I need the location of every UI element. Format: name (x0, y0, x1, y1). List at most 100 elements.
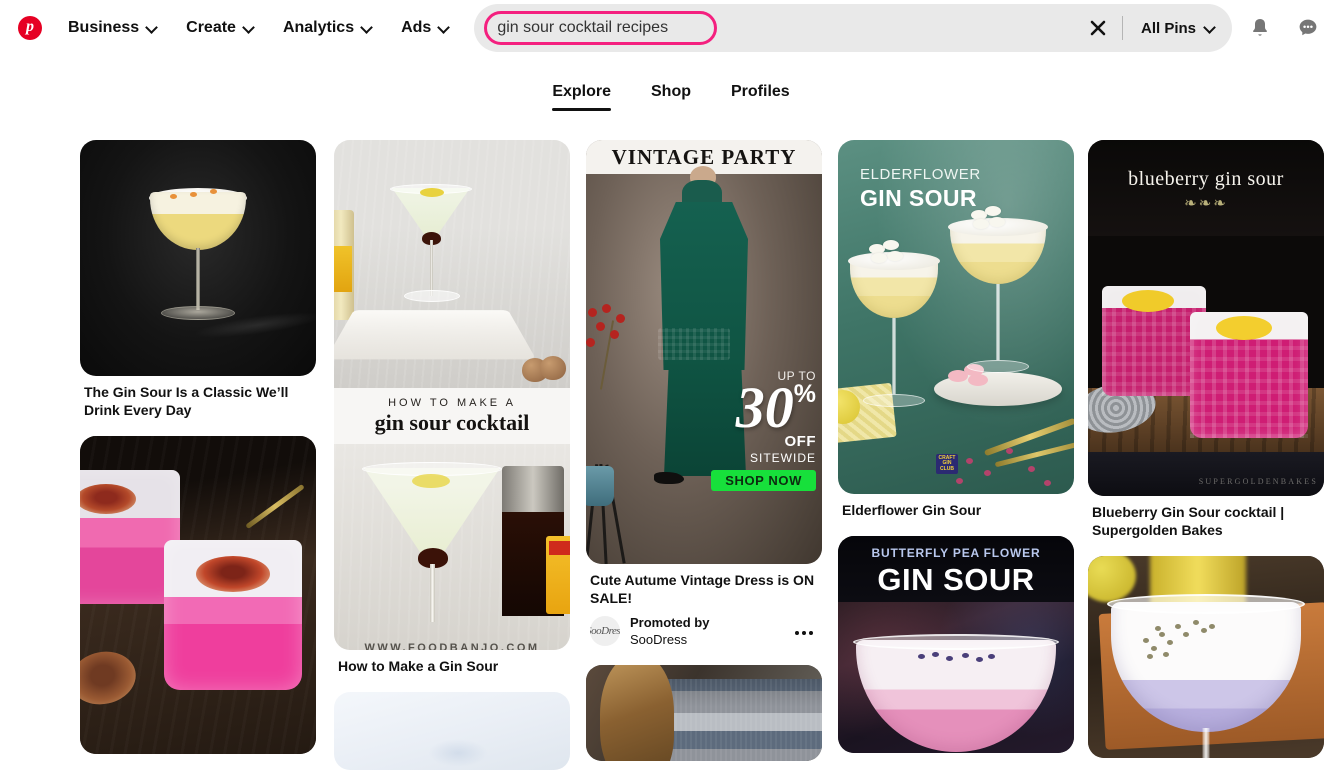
glass-stem (1203, 728, 1210, 758)
search-input[interactable] (497, 19, 704, 37)
cork-props (522, 356, 568, 382)
pinterest-logo-button[interactable]: p (6, 4, 54, 52)
blood-orange-garnish (196, 556, 270, 592)
pin-title-gin-sour-classic: The Gin Sour Is a Classic We’ll Drink Ev… (80, 376, 316, 420)
tab-explore[interactable]: Explore (538, 73, 625, 115)
overlay-line-1: ELDERFLOWER (860, 166, 981, 183)
shop-now-button[interactable]: SHOP NOW (711, 470, 816, 491)
glass-rim (853, 634, 1059, 650)
pin-card-white-blur[interactable] (334, 692, 570, 770)
pin-title-how-to-make: How to Make a Gin Sour (334, 650, 570, 676)
search-bar[interactable]: All Pins (474, 4, 1232, 52)
pin-card-pink-blood-orange[interactable] (80, 436, 316, 754)
tab-shop[interactable]: Shop (637, 73, 705, 115)
elderflower-garnish (869, 240, 903, 264)
pinterest-logo-glyph: p (26, 19, 34, 35)
search-result-tabs: Explore Shop Profiles (0, 56, 1342, 132)
pin-image-blueberry[interactable]: blueberry gin sour ❧❧❧ SUPERGOLDENBAKES (1088, 140, 1324, 496)
nav-item-analytics[interactable]: Analytics (269, 6, 387, 50)
bottle-label (546, 536, 570, 614)
lemon-twist-garnish (412, 474, 450, 488)
pin-image-butterfly-pea[interactable]: BUTTERFLY PEA FLOWER GIN SOUR (838, 536, 1074, 753)
messages-button[interactable] (1284, 4, 1332, 52)
glass-stem (996, 284, 1000, 360)
martini-glass-stem (430, 564, 435, 622)
pin-card-sweater-girl[interactable] (586, 665, 822, 761)
top-header: p Business Create Analytics Ads All Pins (0, 0, 1342, 56)
tab-explore-label: Explore (552, 83, 611, 100)
pin-image-how-to-make[interactable]: HOW TO MAKE A gin sour cocktail WWW.FOOD… (334, 140, 570, 650)
nav-item-ads-label: Ads (401, 19, 431, 37)
bell-icon (1248, 16, 1272, 40)
more-options-icon[interactable] (790, 622, 818, 644)
model-hair (600, 665, 674, 761)
elderflower-garnish (971, 206, 1005, 230)
pin-image-elderflower[interactable]: ELDERFLOWER GIN SOUR (838, 140, 1074, 494)
pin-image-vintage-party-ad[interactable]: VINTAGE PARTY (586, 140, 822, 564)
pin-title-vintage-party-ad: Cute Autume Vintage Dress is ON SALE! (586, 564, 822, 608)
nav-item-create[interactable]: Create (172, 6, 269, 50)
pin-title-elderflower: Elderflower Gin Sour (838, 494, 1074, 520)
cocktail-glass-left (850, 260, 938, 407)
all-pins-filter-button[interactable]: All Pins (1123, 6, 1232, 50)
glass-rim (1107, 594, 1305, 614)
cocktail-glass-front (164, 540, 302, 690)
ad-photo-body: UP TO 30% OFF SITEWIDE SHOP NOW (586, 174, 822, 564)
cocktail-glass-stem (196, 248, 200, 310)
nav-item-analytics-label: Analytics (283, 19, 354, 37)
pin-card-how-to-make[interactable]: HOW TO MAKE A gin sour cocktail WWW.FOOD… (334, 140, 570, 676)
pin-column-1: The Gin Sour Is a Classic We’ll Drink Ev… (80, 140, 316, 770)
pin-image-sweater-girl[interactable] (586, 665, 822, 761)
glass-stem (892, 318, 896, 394)
chevron-down-icon (1204, 22, 1216, 34)
tab-profiles-label: Profiles (731, 83, 790, 100)
overlay-flourish: ❧❧❧ (1088, 194, 1324, 212)
photo-bottom-band (1088, 452, 1324, 496)
photo-watermark: SUPERGOLDENBAKES (1199, 477, 1318, 486)
pinterest-logo-icon: p (18, 16, 42, 40)
glass-base (863, 394, 925, 407)
pin-column-3: VINTAGE PARTY (586, 140, 822, 777)
cocktail-glass-base (161, 306, 235, 320)
pin-card-elderflower[interactable]: ELDERFLOWER GIN SOUR (838, 140, 1074, 520)
glass-bowl (850, 260, 938, 318)
advertiser-avatar[interactable]: SooDress (590, 616, 620, 646)
tab-profiles[interactable]: Profiles (717, 73, 804, 115)
chevron-down-icon (438, 22, 450, 34)
ad-offer-discount-row: 30% (684, 382, 816, 434)
pin-grid: The Gin Sour Is a Classic We’ll Drink Ev… (0, 140, 1342, 777)
cocktail-bitters-dots (168, 192, 228, 202)
shoe-left (654, 472, 684, 484)
pin-card-lavender[interactable] (1088, 556, 1324, 758)
promoted-by-text: Promoted by SooDress (630, 614, 709, 649)
close-icon (1088, 18, 1108, 38)
pin-column-2: HOW TO MAKE A gin sour cocktail WWW.FOOD… (334, 140, 570, 777)
pin-image-pink-blood-orange[interactable] (80, 436, 316, 754)
clear-search-button[interactable] (1076, 6, 1120, 50)
pin-column-4: ELDERFLOWER GIN SOUR (838, 140, 1074, 769)
header-actions (1236, 4, 1342, 52)
pin-card-vintage-party-ad[interactable]: VINTAGE PARTY (586, 140, 822, 649)
pin-card-blueberry[interactable]: blueberry gin sour ❧❧❧ SUPERGOLDENBAKES … (1088, 140, 1324, 540)
chevron-down-icon (243, 22, 255, 34)
nav-item-business[interactable]: Business (54, 6, 172, 50)
nav-item-business-label: Business (68, 19, 139, 37)
pin-image-lavender[interactable] (1088, 556, 1324, 758)
pin-image-gin-sour-classic[interactable] (80, 140, 316, 376)
ad-offer-block: UP TO 30% OFF SITEWIDE SHOP NOW (684, 370, 816, 491)
pin-image-white-blur[interactable] (334, 692, 570, 770)
tab-shop-label: Shop (651, 83, 691, 100)
advertiser-avatar-text: SooDress (590, 625, 620, 637)
overlay-line-2: gin sour cocktail (375, 410, 530, 436)
search-bar-actions: All Pins (1076, 4, 1232, 52)
search-input-highlight[interactable] (484, 11, 717, 45)
overlay-line-1: HOW TO MAKE A (388, 397, 516, 409)
pin-card-butterfly-pea[interactable]: BUTTERFLY PEA FLOWER GIN SOUR (838, 536, 1074, 753)
lemon-zest-garnish (1216, 316, 1272, 340)
notifications-button[interactable] (1236, 4, 1284, 52)
pin-card-gin-sour-classic[interactable]: The Gin Sour Is a Classic We’ll Drink Ev… (80, 140, 316, 420)
cocktail-coupe-glass (856, 640, 1056, 752)
vase-prop (586, 466, 614, 506)
dried-flower-garnish (918, 652, 998, 668)
nav-item-ads[interactable]: Ads (387, 6, 464, 50)
